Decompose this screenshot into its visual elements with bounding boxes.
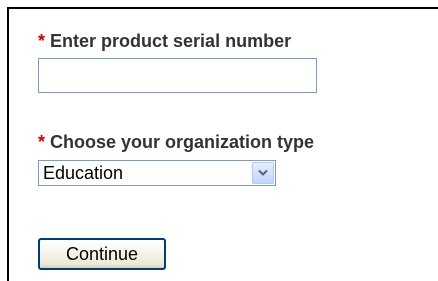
continue-button[interactable]: Continue xyxy=(38,238,166,270)
serial-number-label-text: Enter product serial number xyxy=(50,31,292,51)
organization-type-selected-value: Education xyxy=(43,163,124,183)
organization-type-label: * Choose your organization type xyxy=(38,132,314,152)
organization-type-select[interactable]: Education xyxy=(38,160,276,186)
organization-type-label-text: Choose your organization type xyxy=(50,132,315,152)
dropdown-button[interactable] xyxy=(252,162,274,184)
required-marker: * xyxy=(38,31,46,51)
form-panel: * Enter product serial number * Choose y… xyxy=(7,7,438,281)
serial-number-input[interactable] xyxy=(38,58,317,93)
required-marker: * xyxy=(38,132,46,152)
serial-number-label: * Enter product serial number xyxy=(38,31,291,51)
chevron-down-icon xyxy=(258,169,268,176)
